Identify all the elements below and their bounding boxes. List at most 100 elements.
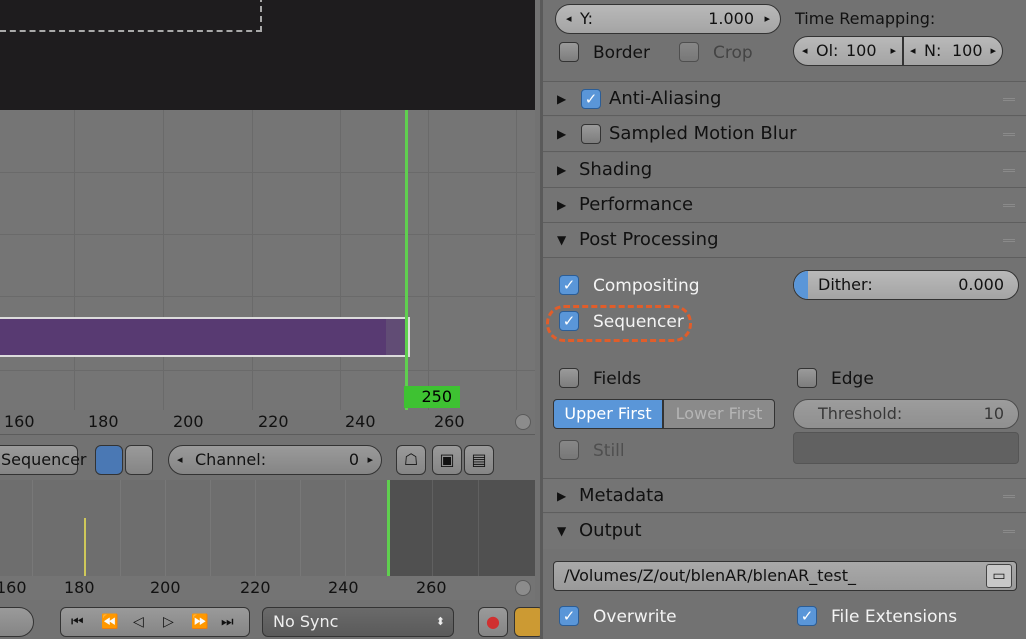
output-path-field[interactable]: /Volumes/Z/out/blenAR/blenAR_test_ ▭ [553, 561, 1017, 591]
channel-field[interactable]: ◂ Channel: 0 ▸ [168, 445, 382, 475]
drag-grip-icon[interactable] [1003, 239, 1015, 242]
overlay-toggle-icon[interactable] [95, 445, 123, 475]
edge-checkbox[interactable] [797, 368, 817, 388]
clapperboard-icon[interactable]: ▤ [464, 445, 494, 475]
record-icon[interactable]: ● [478, 607, 508, 637]
grid-line [165, 480, 166, 576]
time-remapping-label: Time Remapping: [795, 9, 936, 28]
y-aspect-field[interactable]: ◂ Y: 1.000 ▸ [555, 4, 781, 34]
grid-line [252, 110, 253, 410]
channel-label: Channel: [195, 450, 267, 469]
collapse-triangle-icon: ▼ [557, 524, 567, 538]
crop-checkbox[interactable] [679, 42, 699, 62]
current-frame-badge: 250 [404, 386, 460, 408]
view-mode-menu[interactable]: Sequencer [0, 445, 87, 475]
timeline-ruler: 160 180 200 220 240 260 [0, 576, 535, 600]
expand-triangle-icon: ▶ [557, 489, 567, 503]
border-label: Border [593, 43, 650, 63]
jump-start-icon[interactable]: ⏮ [71, 608, 84, 636]
time-remap-new-field[interactable]: ◂ N: 100 ▸ [903, 36, 1003, 66]
camera-icon[interactable]: ▣ [432, 445, 462, 475]
select-arrows-icon: ⬍ [435, 615, 445, 628]
panel-shading[interactable]: ▶ Shading [543, 153, 1026, 188]
panel-performance[interactable]: ▶ Performance [543, 188, 1026, 223]
sequence-strip[interactable] [0, 317, 410, 357]
ghost-icon[interactable]: ☖ [396, 445, 426, 475]
grid-line [478, 480, 479, 576]
jump-back-icon[interactable]: ⏪ [101, 608, 118, 636]
dither-label: Dither: [818, 275, 873, 294]
panel-label: Shading [579, 159, 653, 180]
time-remap-old-field[interactable]: ◂ Ol: 100 ▸ [793, 36, 903, 66]
lower-first-button[interactable]: Lower First [663, 399, 775, 429]
grid-line [0, 172, 535, 173]
keying-icon[interactable] [514, 607, 540, 637]
timeline-header: ⏮ ⏪ ◁ ▷ ⏩ ⏭ No Sync ⬍ ● [0, 600, 540, 639]
fields-checkbox[interactable] [559, 368, 579, 388]
grid-line [32, 480, 33, 576]
drag-grip-icon[interactable] [1003, 495, 1015, 498]
panel-label: Metadata [579, 485, 665, 506]
decrement-arrow-icon[interactable]: ◂ [177, 446, 183, 474]
jump-forward-icon[interactable]: ⏩ [191, 608, 208, 636]
panel-metadata[interactable]: ▶ Metadata [543, 478, 1026, 513]
drag-grip-icon[interactable] [1003, 530, 1015, 533]
increment-arrow-icon[interactable]: ▸ [764, 5, 770, 33]
compositing-checkbox[interactable]: ✓ [559, 275, 579, 295]
timeline-area[interactable] [0, 480, 535, 576]
sequencer-area: 250 160 180 200 220 240 260 Sequencer ◂ … [0, 0, 540, 639]
border-checkbox[interactable] [559, 42, 579, 62]
checker-toggle-icon[interactable] [125, 445, 153, 475]
file-extensions-checkbox[interactable]: ✓ [797, 606, 817, 626]
overwrite-checkbox[interactable]: ✓ [559, 606, 579, 626]
scrollbar-handle[interactable] [515, 414, 531, 430]
y-value: 1.000 [708, 9, 754, 28]
drag-grip-icon[interactable] [1003, 169, 1015, 172]
decrement-arrow-icon[interactable]: ◂ [802, 37, 808, 65]
expand-triangle-icon: ▶ [557, 92, 567, 106]
panel-post-processing[interactable]: ▼ Post Processing [543, 223, 1026, 258]
motion-blur-checkbox[interactable] [581, 124, 601, 144]
still-checkbox[interactable] [559, 440, 579, 460]
old-value: 100 [846, 41, 877, 60]
channel-value: 0 [348, 450, 359, 469]
crop-label: Crop [713, 43, 753, 63]
increment-arrow-icon[interactable]: ▸ [890, 37, 896, 65]
panel-label: Output [579, 520, 642, 541]
drag-grip-icon[interactable] [1003, 204, 1015, 207]
anti-aliasing-checkbox[interactable]: ✓ [581, 89, 601, 109]
decrement-arrow-icon[interactable]: ◂ [910, 37, 916, 65]
frame-field[interactable] [0, 607, 34, 637]
play-icon[interactable]: ▷ [163, 608, 174, 636]
sync-mode-select[interactable]: No Sync ⬍ [262, 607, 454, 637]
expand-triangle-icon: ▶ [557, 127, 567, 141]
jump-end-icon[interactable]: ⏭ [221, 608, 234, 636]
threshold-label: Threshold: [818, 404, 903, 423]
playback-controls[interactable]: ⏮ ⏪ ◁ ▷ ⏩ ⏭ [60, 607, 250, 637]
panel-label: Anti-Aliasing [609, 88, 722, 109]
ruler-tick-label: 160 [0, 578, 27, 597]
frame-cursor-line [405, 110, 408, 410]
grid-line [300, 480, 301, 576]
increment-arrow-icon[interactable]: ▸ [367, 446, 373, 474]
collapse-triangle-icon: ▼ [557, 233, 567, 247]
play-reverse-icon[interactable]: ◁ [133, 608, 144, 636]
ruler-tick-label: 200 [150, 578, 181, 597]
panel-output[interactable]: ▼ Output [543, 514, 1026, 549]
dither-field[interactable]: Dither: 0.000 [793, 270, 1019, 300]
output-path-value: /Volumes/Z/out/blenAR/blenAR_test_ [564, 566, 856, 585]
increment-arrow-icon[interactable]: ▸ [990, 37, 996, 65]
field-order-dropdown[interactable] [793, 432, 1019, 464]
folder-icon[interactable]: ▭ [986, 564, 1012, 588]
grid-line [0, 370, 535, 371]
panel-sampled-motion-blur[interactable]: ▶ Sampled Motion Blur [543, 117, 1026, 152]
drag-grip-icon[interactable] [1003, 133, 1015, 136]
scrollbar-handle[interactable] [515, 580, 531, 596]
panel-anti-aliasing[interactable]: ▶ ✓ Anti-Aliasing [543, 81, 1026, 116]
ruler-tick-label: 260 [416, 578, 447, 597]
decrement-arrow-icon[interactable]: ◂ [566, 5, 572, 33]
drag-grip-icon[interactable] [1003, 98, 1015, 101]
upper-first-button[interactable]: Upper First [553, 399, 663, 429]
sequencer-strips-area[interactable] [0, 110, 535, 410]
threshold-field[interactable]: Threshold: 10 [793, 399, 1019, 429]
